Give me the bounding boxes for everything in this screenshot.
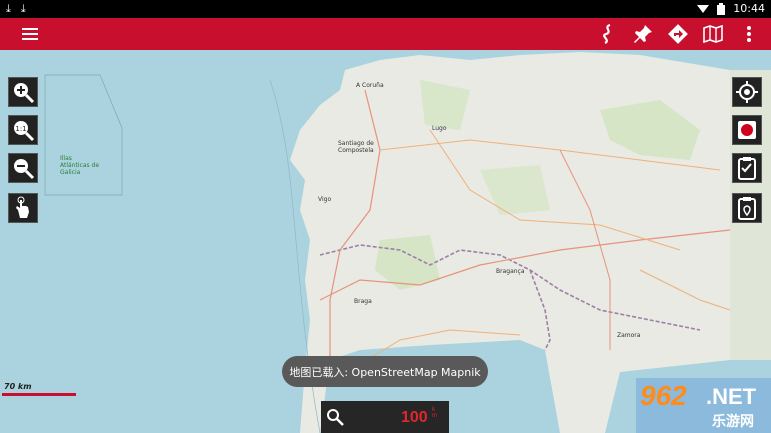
route-button[interactable] (592, 18, 624, 50)
menu-button[interactable] (14, 18, 46, 50)
wifi-icon (697, 4, 710, 13)
map-label-illas: Illas Atlánticas de Galicia (60, 155, 100, 176)
checklist-button[interactable] (732, 153, 762, 183)
search-icon (327, 409, 344, 426)
download-icon: ⤓ (6, 2, 11, 15)
speed-unit: km (432, 407, 437, 419)
zoom-out-button[interactable] (8, 153, 38, 183)
zoom-reset-1-1-icon: 1:1 (14, 121, 35, 142)
toast-message: 地图已载入: OpenStreetMap Mapnik (282, 356, 488, 387)
record-icon (738, 121, 756, 139)
touch-mode-button[interactable] (8, 193, 38, 223)
watermark-brand: 962 (640, 380, 687, 411)
more-button[interactable] (733, 18, 765, 50)
pin-button[interactable] (627, 18, 659, 50)
scale-bar (2, 393, 76, 396)
pin-icon (634, 25, 652, 43)
map-layers-button[interactable] (697, 18, 729, 50)
gps-locate-icon (736, 81, 758, 103)
map-label-lugo: Lugo (432, 125, 447, 132)
gps-locate-button[interactable] (732, 77, 762, 107)
toolbar (0, 18, 771, 50)
bottom-info-panel[interactable]: 100 km (321, 401, 449, 433)
map-label-coruna: A Coruña (356, 82, 384, 89)
route-icon (603, 24, 611, 44)
zoom-out-icon (14, 159, 35, 180)
download-icon: ⤓ (20, 2, 26, 15)
watermark-logo: 962 .NET 乐游网 (636, 378, 771, 433)
toast-text: 地图已载入: OpenStreetMap Mapnik (289, 365, 481, 379)
location-list-icon (738, 197, 756, 220)
location-list-button[interactable] (732, 193, 762, 223)
status-bar: ⤓ ⤓ 10:44 (0, 0, 771, 18)
scale-label: 70 km (4, 382, 32, 391)
watermark-sub: 乐游网 (712, 414, 754, 430)
map-label-braga: Braga (354, 298, 372, 305)
record-button[interactable] (732, 115, 762, 145)
more-vert-icon (747, 26, 751, 42)
navigate-icon (668, 24, 688, 44)
checklist-icon (738, 157, 756, 180)
map-label-braganca: Bragança (496, 268, 525, 275)
zoom-reset-button[interactable]: 1:1 (8, 115, 38, 145)
map-label-vigo: Vigo (318, 196, 332, 203)
map-icon (703, 25, 723, 43)
map-label-santiago: Santiago de Compostela (338, 140, 374, 154)
speed-value: 100 (401, 409, 428, 426)
map-label-zamora: Zamora (617, 332, 641, 339)
battery-icon (717, 2, 726, 15)
clock: 10:44 (733, 2, 765, 15)
svg-text:1:1: 1:1 (15, 125, 26, 133)
hamburger-menu-icon (22, 28, 38, 40)
zoom-in-button[interactable] (8, 77, 38, 107)
zoom-in-icon (14, 83, 35, 104)
touch-hand-icon (16, 196, 29, 218)
navigate-button[interactable] (662, 18, 694, 50)
watermark-suffix: .NET (706, 384, 757, 409)
